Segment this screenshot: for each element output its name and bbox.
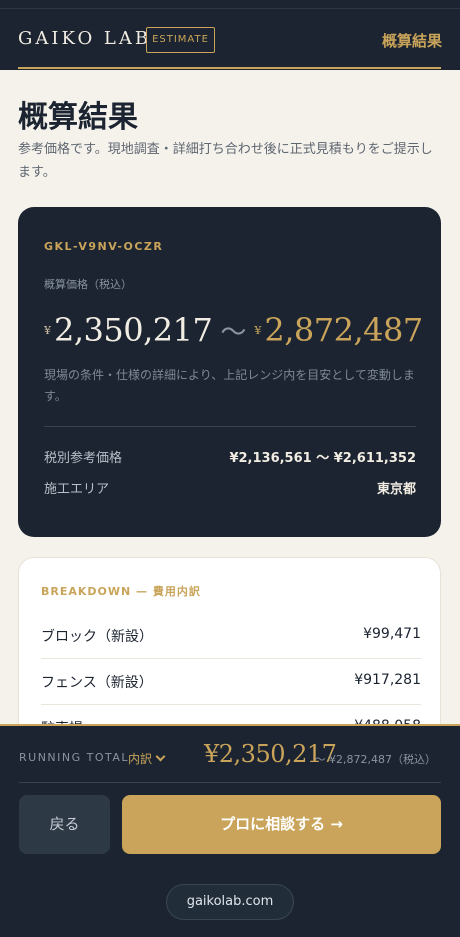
breakdown-toggle-label: 内訳: [128, 752, 153, 766]
breakdown-toggle[interactable]: 内訳: [128, 750, 166, 767]
area-value: 東京都: [376, 482, 416, 497]
consult-button[interactable]: プロに相談する →: [122, 795, 441, 854]
estimate-badge: ESTIMATE: [146, 27, 215, 53]
reference-code: GKL-V9NV-OCZR: [44, 240, 164, 253]
high-currency-symbol: ¥: [254, 323, 262, 337]
app-header: GAIKO LAB ESTIMATE 概算結果: [0, 0, 460, 70]
breakdown-row: フェンス（新設） ¥917,281: [41, 659, 421, 705]
breakdown-item-name: ブロック（新設）: [41, 629, 153, 645]
card-divider: [44, 426, 416, 427]
panel-gold-divider: [0, 724, 460, 726]
running-total-high: 〜 ¥2,872,487（税込）: [314, 753, 436, 766]
back-button[interactable]: 戻る: [19, 795, 110, 854]
chevron-down-icon: [155, 751, 166, 762]
header-gold-divider: [18, 67, 441, 69]
estimate-note: 現場の条件・仕様の詳細により、上記レンジ内を目安として変動します。: [44, 368, 415, 403]
tax-excluded-row: 税別参考価格 ¥2,136,561 〜 ¥2,611,352: [44, 447, 416, 467]
header-top-divider: [0, 8, 460, 9]
range-separator: 〜: [220, 317, 247, 348]
estimate-label: 概算価格（税込）: [44, 278, 132, 291]
page-title: 概算結果: [18, 100, 138, 135]
tax-excluded-value: ¥2,136,561 〜 ¥2,611,352: [229, 451, 416, 466]
running-total-panel: RUNNING TOTAL 内訳 ¥2,350,217 〜 ¥2,872,487…: [0, 724, 460, 937]
brand-logo[interactable]: GAIKO LAB: [18, 28, 151, 49]
panel-divider: [19, 782, 441, 783]
breakdown-item-price: ¥99,471: [363, 626, 421, 642]
price-range: ¥2,350,217 〜 ¥2,872,487: [44, 311, 423, 351]
breakdown-item-name: フェンス（新設）: [41, 675, 153, 691]
price-low: 2,350,217: [54, 311, 213, 349]
area-row: 施工エリア 東京都: [44, 478, 416, 498]
site-url-pill[interactable]: gaikolab.com: [166, 884, 294, 920]
tax-excluded-label: 税別参考価格: [44, 451, 123, 466]
header-page-label: 概算結果: [381, 32, 442, 50]
page-subtitle: 参考価格です。現地調査・詳細打ち合わせ後に正式見積もりをご提示します。: [18, 142, 433, 180]
running-total-label: RUNNING TOTAL: [19, 751, 130, 764]
price-high: 2,872,487: [264, 311, 423, 349]
breakdown-row: ブロック（新設） ¥99,471: [41, 613, 421, 659]
breakdown-title: BREAKDOWN — 費用内訳: [41, 585, 201, 598]
area-label: 施工エリア: [44, 482, 110, 497]
breakdown-item-price: ¥917,281: [354, 672, 421, 688]
low-currency-symbol: ¥: [44, 323, 51, 337]
estimate-card: GKL-V9NV-OCZR 概算価格（税込） ¥2,350,217 〜 ¥2,872…: [18, 207, 441, 537]
